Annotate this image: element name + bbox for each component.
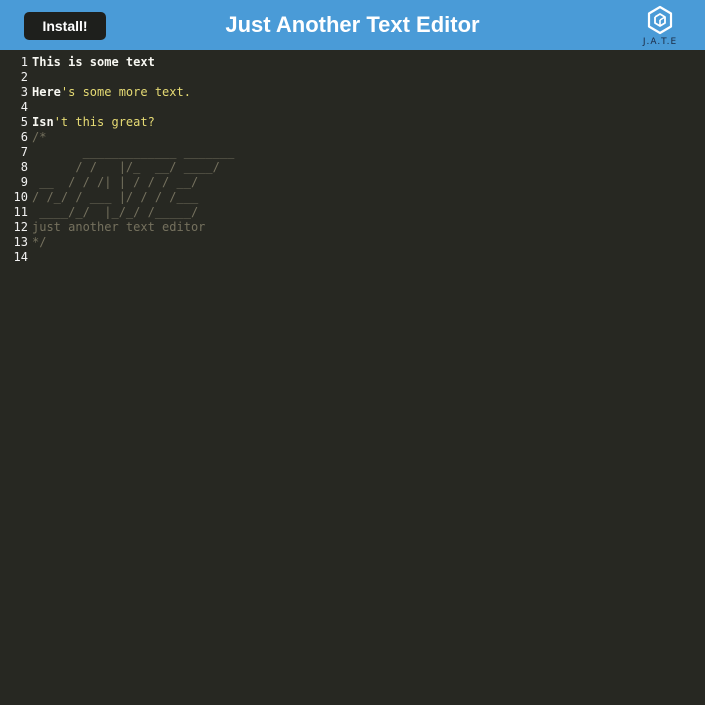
code-line[interactable]: */ [32, 235, 692, 250]
code-line[interactable]: Here's some more text. [32, 85, 692, 100]
cube-icon [647, 5, 673, 35]
line-number: 9 [20, 175, 28, 189]
line-number: 6 [20, 130, 28, 144]
line-number: 4 [20, 100, 28, 114]
logo: J.A.T.E [634, 4, 686, 48]
code-line[interactable]: ____/_/ |_/_/ /_____/ [32, 205, 692, 220]
code-line[interactable]: just another text editor [32, 220, 692, 235]
code-line[interactable] [32, 250, 692, 265]
line-number: 1 [20, 55, 28, 69]
code-token-comment: __ / / /| | / / / __/ [32, 175, 199, 189]
code-token-comment: /* [32, 130, 47, 144]
code-line[interactable]: / / |/_ __/ ____/ [32, 160, 692, 175]
line-number: 12 [13, 220, 28, 234]
code-line[interactable]: Isn't this great? [32, 115, 692, 130]
code-token-comment: just another text editor [32, 220, 206, 234]
code-token-plain: This is some text [32, 55, 155, 69]
code-line[interactable] [32, 100, 692, 115]
code-token-comment: / / |/_ __/ ____/ [32, 160, 220, 174]
line-number: 13 [13, 235, 28, 249]
code-token-string: 't this great? [53, 115, 155, 129]
code-line[interactable]: _____________ _______ [32, 145, 692, 160]
code-token-string: 's some more text. [60, 85, 191, 99]
code-token-comment: _____________ _______ [32, 145, 235, 159]
code-token-comment: ____/_/ |_/_/ /_____/ [32, 205, 199, 219]
line-number: 5 [20, 115, 28, 129]
navbar: Install! Just Another Text Editor J.A.T.… [0, 0, 705, 50]
line-number: 10 [13, 190, 28, 204]
line-number-gutter: 1 2 3 4 5 6 7 8 9 10 11 12 13 14 [0, 55, 28, 265]
line-number: 2 [20, 70, 28, 84]
install-button[interactable]: Install! [24, 12, 106, 40]
code-line[interactable]: /* [32, 130, 692, 145]
code-editor[interactable]: 1 2 3 4 5 6 7 8 9 10 11 12 13 14 This is… [0, 50, 705, 705]
code-line[interactable]: __ / / /| | / / / __/ [32, 175, 692, 190]
code-line[interactable]: This is some text [32, 55, 692, 70]
code-token-plain: Isn [32, 115, 54, 129]
code-token-comment: */ [32, 235, 47, 249]
line-number: 7 [20, 145, 28, 159]
code-line[interactable] [32, 70, 692, 85]
line-number: 11 [13, 205, 28, 219]
line-number: 14 [13, 250, 28, 264]
code-line[interactable]: / /_/ / ___ |/ / / /___ [32, 190, 692, 205]
code-content[interactable]: This is some text Here's some more text.… [32, 55, 692, 265]
code-token-comment: / /_/ / ___ |/ / / /___ [32, 190, 199, 204]
code-token-plain: Here [32, 85, 61, 99]
logo-text: J.A.T.E [642, 37, 678, 47]
line-number: 8 [20, 160, 28, 174]
line-number: 3 [20, 85, 28, 99]
